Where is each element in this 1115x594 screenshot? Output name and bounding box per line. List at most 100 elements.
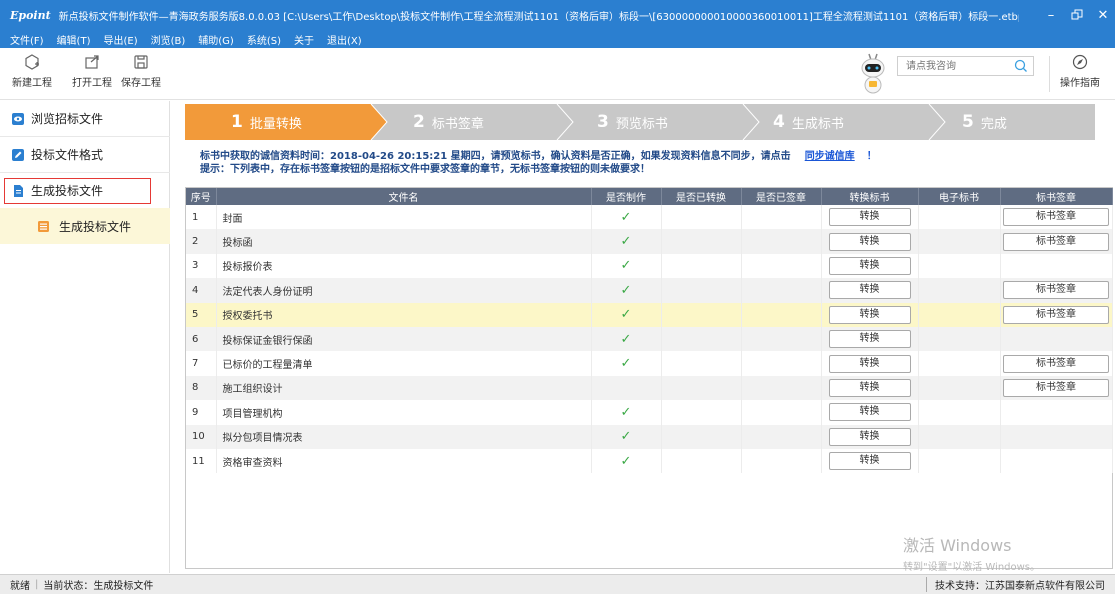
info-notice: 标书中获取的诚信资料时间：2018-04-26 20:15:21 星期四，请预览… (200, 150, 877, 176)
menu-about[interactable]: 关于 (294, 32, 314, 47)
menu-system[interactable]: 系统(S) (247, 32, 281, 47)
restore-icon[interactable] (1066, 0, 1088, 30)
col-header-signed: 是否已签章 (741, 188, 822, 205)
convert-button[interactable]: 转换 (828, 305, 911, 324)
list-icon (38, 220, 49, 232)
sidebar-item-bid-format[interactable]: 投标文件格式 (0, 137, 170, 173)
menu-file[interactable]: 文件(F) (10, 32, 44, 47)
row-ebid-cell (918, 351, 1001, 376)
compass-icon (1072, 54, 1088, 70)
sign-button[interactable]: 标书签章 (1003, 281, 1109, 300)
search-box[interactable] (897, 56, 1034, 76)
step-2: 2 标书签章 (413, 104, 484, 140)
sign-button[interactable]: 标书签章 (1003, 378, 1109, 397)
menu-export[interactable]: 导出(E) (103, 32, 137, 47)
row-signed-cell (741, 205, 822, 230)
step-1: 1 批量转换 (231, 104, 302, 140)
menu-exit[interactable]: 退出(X) (327, 32, 362, 47)
row-number: 2 (186, 229, 217, 254)
row-sign-cell (1000, 400, 1113, 425)
sign-button[interactable]: 标书签章 (1003, 232, 1109, 251)
status-tech-support: 技术支持：江苏国泰新点软件有限公司 (926, 577, 1105, 592)
row-convert-cell: 转换 (821, 424, 919, 449)
search-input[interactable] (898, 57, 1008, 75)
sign-button[interactable]: 标书签章 (1003, 305, 1109, 324)
sign-button[interactable]: 标书签章 (1003, 354, 1109, 373)
convert-button[interactable]: 转换 (828, 403, 911, 422)
minimize-icon[interactable]: – (1040, 0, 1062, 30)
row-ebid-cell (918, 253, 1001, 279)
check-icon: ✓ (620, 258, 632, 274)
convert-button[interactable]: 转换 (828, 208, 911, 227)
convert-button[interactable]: 转换 (828, 427, 911, 446)
convert-button[interactable]: 转换 (828, 281, 911, 300)
assistant-robot-icon[interactable] (858, 52, 888, 96)
check-icon: ✓ (620, 331, 632, 347)
sync-integrity-link[interactable]: 同步诚信库 (805, 151, 855, 162)
row-sign-cell: 标书签章 (1000, 351, 1113, 376)
table-row[interactable]: 4 法定代表人身份证明 ✓ 转换 标书签章 (186, 278, 1113, 303)
save-project-button[interactable]: 保存工程 (121, 54, 161, 89)
convert-button[interactable]: 转换 (828, 452, 911, 471)
row-convert-cell: 转换 (821, 278, 919, 303)
table-row[interactable]: 11 资格审查资料 ✓ 转换 (186, 448, 1113, 474)
open-project-button[interactable]: 打开工程 (72, 54, 112, 89)
menu-browse[interactable]: 浏览(B) (151, 32, 186, 47)
step-label: 预览标书 (615, 116, 668, 132)
convert-button[interactable]: 转换 (828, 330, 911, 349)
table-row[interactable]: 6 投标保证金银行保函 ✓ 转换 (186, 326, 1113, 352)
operation-guide-button[interactable]: 操作指南 (1060, 54, 1100, 89)
row-filename: 已标价的工程量清单 (216, 351, 592, 376)
table-row[interactable]: 10 拟分包项目情况表 ✓ 转换 (186, 424, 1113, 449)
table-row[interactable]: 1 封面 ✓ 转换 标书签章 (186, 205, 1113, 230)
table-row[interactable]: 8 施工组织设计 转换 标书签章 (186, 375, 1113, 401)
new-project-button[interactable]: 新建工程 (12, 54, 52, 89)
table-row[interactable]: 5 授权委托书 ✓ 转换 标书签章 (186, 302, 1113, 327)
table-row[interactable]: 9 项目管理机构 ✓ 转换 (186, 400, 1113, 425)
row-converted-cell (661, 205, 742, 230)
row-ebid-cell (918, 375, 1001, 401)
row-made-cell (591, 375, 662, 401)
row-sign-cell: 标书签章 (1000, 205, 1113, 230)
table-row[interactable]: 2 投标函 ✓ 转换 标书签章 (186, 229, 1113, 254)
check-icon: ✓ (620, 234, 632, 250)
col-header-no: 序号 (186, 188, 217, 205)
status-divider: | (35, 579, 39, 590)
epoint-logo: Epoint (10, 8, 51, 22)
convert-button[interactable]: 转换 (828, 256, 911, 275)
convert-button[interactable]: 转换 (828, 354, 911, 373)
step-number: 5 (962, 112, 974, 132)
step-label: 标书签章 (431, 116, 484, 132)
search-icon[interactable] (1014, 59, 1028, 73)
col-header-ebid: 电子标书 (918, 188, 1001, 205)
new-project-icon (25, 54, 39, 70)
step-3: 3 预览标书 (597, 104, 668, 140)
status-bar: 就绪 | 当前状态：生成投标文件 技术支持：江苏国泰新点软件有限公司 (0, 574, 1115, 594)
open-project-icon (85, 55, 99, 69)
row-filename: 项目管理机构 (216, 400, 592, 425)
step-5-arrow (929, 104, 1095, 140)
close-icon[interactable]: ✕ (1092, 0, 1114, 30)
convert-button[interactable]: 转换 (828, 232, 911, 251)
row-convert-cell: 转换 (821, 351, 919, 376)
check-icon: ✓ (620, 404, 632, 420)
sidebar-subitem-generate-bid[interactable]: 生成投标文件 (0, 208, 170, 244)
watermark-subtitle: 转到"设置"以激活 Windows。 (903, 562, 1041, 573)
table-row[interactable]: 3 投标报价表 ✓ 转换 (186, 253, 1113, 279)
row-number: 4 (186, 278, 217, 303)
row-ebid-cell (918, 448, 1001, 474)
sidebar-item-browse-tender[interactable]: 浏览招标文件 (0, 101, 170, 137)
row-number: 5 (186, 302, 217, 327)
menu-edit[interactable]: 编辑(T) (57, 32, 91, 47)
menu-assist[interactable]: 辅助(G) (198, 32, 234, 47)
title-bar: Epoint 新点投标文件制作软件—青海政务服务版8.0.0.03 [C:\Us… (0, 0, 1115, 30)
row-made-cell: ✓ (591, 424, 662, 449)
convert-button[interactable]: 转换 (828, 378, 911, 397)
sidebar-subitem-label: 生成投标文件 (59, 219, 132, 234)
check-icon: ✓ (620, 429, 632, 445)
sign-button[interactable]: 标书签章 (1003, 208, 1109, 227)
row-ebid-cell (918, 205, 1001, 230)
table-row[interactable]: 7 已标价的工程量清单 ✓ 转换 标书签章 (186, 351, 1113, 376)
table-header-row: 序号 文件名 是否制作 是否已转换 是否已签章 转换标书 电子标书 标书签章 (186, 188, 1113, 205)
check-icon: ✓ (620, 356, 632, 372)
